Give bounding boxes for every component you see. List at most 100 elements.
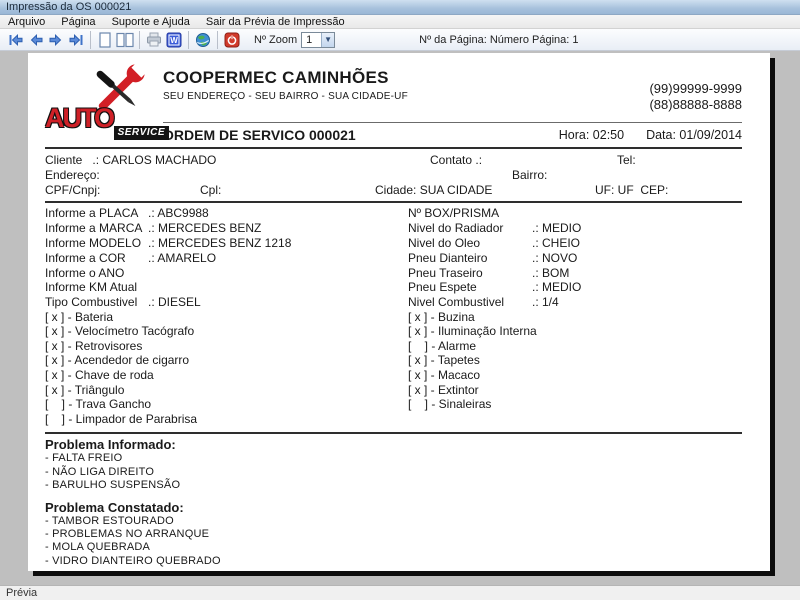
chevron-down-icon: ▼: [321, 32, 335, 47]
export-word-button[interactable]: W: [164, 31, 184, 49]
zoom-select[interactable]: 1 ▼: [301, 31, 336, 48]
menu-item-pagina[interactable]: Página: [61, 16, 95, 28]
client-name: Cliente .: CARLOS MACHADO: [45, 153, 217, 167]
checklist-item: [ ] - Alarme: [408, 338, 477, 353]
two-pages-icon: [116, 32, 134, 47]
problema-constatado-section: Problema Constatado: - TAMBOR ESTOURADO …: [45, 500, 742, 569]
order-time: Hora: 02:50: [558, 128, 625, 142]
checklist-item: [ x ] - Retrovisores: [45, 338, 143, 353]
checklist-item: [ ] - Sinaleiras: [408, 397, 492, 412]
two-page-view-button[interactable]: [115, 31, 135, 49]
field-value: .: CHEIO: [532, 235, 581, 250]
prev-page-icon: [30, 33, 43, 46]
svg-text:W: W: [170, 36, 178, 45]
single-page-icon: [99, 31, 111, 48]
print-button[interactable]: [144, 31, 164, 49]
word-icon: W: [166, 32, 182, 47]
client-tel: Tel:: [617, 153, 636, 167]
field-value: .: ABC9988: [148, 206, 209, 221]
checklist-item: [ x ] - Extintor: [408, 382, 479, 397]
field-value: .: NOVO: [532, 250, 578, 265]
menu-item-suporte[interactable]: Suporte e Ajuda: [112, 16, 190, 28]
company-name: COOPERMEC CAMINHÕES: [163, 68, 389, 87]
logo-text-service: SERVICE: [113, 126, 169, 140]
field-label: Nº BOX/PRISMA: [408, 206, 500, 221]
last-page-button[interactable]: [66, 31, 86, 49]
field-value: .: MEDIO: [532, 221, 582, 236]
prev-page-button[interactable]: [26, 31, 46, 49]
order-title: ORDEM DE SERVICO 000021: [163, 127, 356, 143]
printer-icon: [147, 32, 161, 47]
client-cpf: CPF/Cnpj:: [45, 183, 101, 197]
checklist-item: [ x ] - Macaco: [408, 367, 481, 382]
menu-item-arquivo[interactable]: Arquivo: [8, 16, 45, 28]
section-item: - PROBLEMAS NO ARRANQUE: [45, 527, 210, 540]
field-label: Pneu Espete: [408, 280, 477, 295]
field-value: .: MERCEDES BENZ 1218: [148, 235, 292, 250]
checklist-item: [ ] - Trava Gancho: [45, 397, 152, 412]
zoom-value: 1: [306, 33, 313, 46]
field-label: Nivel do Oleo: [408, 235, 481, 250]
client-cpl: Cpl:: [200, 183, 222, 197]
checklist-item: [ x ] - Chave de roda: [45, 367, 154, 382]
client-contact: Contato .:: [430, 153, 483, 167]
document-header: AUTO SERVICE COOPERMEC CAMINHÕES SEU END…: [45, 60, 742, 147]
window-title: Impressão da OS 000021: [6, 1, 132, 13]
status-text: Prévia: [6, 587, 38, 599]
field-label: Informe o ANO: [45, 265, 125, 280]
checklist-item: [ x ] - Tapetes: [408, 353, 480, 368]
company-phone-1: (99)99999-9999: [649, 81, 742, 96]
vehicle-section: Informe a PLACA.: ABC9988 Informe a MARC…: [45, 206, 742, 310]
checklist-item: [ x ] - Buzina: [408, 309, 475, 324]
company-phone-2: (88)88888-8888: [649, 97, 742, 112]
field-value: .: 1/4: [532, 295, 559, 310]
next-page-button[interactable]: [46, 31, 66, 49]
checklist-item: [ x ] - Bateria: [45, 309, 114, 324]
client-address: Endereço:: [45, 168, 100, 182]
problema-informado-section: Problema Informado: - FALTA FREIO - NÃO …: [45, 437, 742, 492]
field-value: .: MEDIO: [532, 280, 582, 295]
section-item: - VIDRO DIANTEIRO QUEBRADO: [45, 554, 221, 567]
globe-icon: [196, 32, 210, 47]
order-date: Data: 01/09/2014: [646, 128, 742, 142]
zoom-label: Nº Zoom: [254, 33, 298, 46]
section-item: - TAMBOR ESTOURADO: [45, 514, 174, 527]
company-address: SEU ENDEREÇO - SEU BAIRRO - SUA CIDADE-U…: [163, 91, 408, 102]
section-item: - MOLA QUEBRADA: [45, 541, 151, 554]
document-page: AUTO SERVICE COOPERMEC CAMINHÕES SEU END…: [28, 53, 770, 571]
logo-text-auto: AUTO: [45, 103, 115, 133]
client-district: Bairro:: [512, 168, 548, 182]
toolbar: W Nº Zoom 1 ▼ Nº da Página: Número Págin…: [0, 29, 800, 51]
single-page-view-button[interactable]: [95, 31, 115, 49]
page-number-info: Nº da Página: Número Página: 1: [419, 33, 579, 46]
checklist-section: [ x ] - Bateria [ x ] - Velocímetro Tacó…: [45, 310, 742, 427]
field-label: Tipo Combustivel: [45, 295, 138, 310]
menu-bar: Arquivo Página Suporte e Ajuda Sair da P…: [0, 15, 800, 29]
divider: [45, 147, 742, 149]
section-title: Problema Informado:: [45, 437, 176, 453]
menu-item-sair-previa[interactable]: Sair da Prévia de Impressão: [206, 16, 345, 28]
exit-icon: [224, 32, 240, 47]
field-label: Informe KM Atual: [45, 280, 138, 295]
divider: [45, 432, 742, 435]
checklist-item: [ x ] - Velocímetro Tacógrafo: [45, 324, 195, 339]
toolbar-separator: [188, 30, 189, 49]
first-page-button[interactable]: [6, 31, 26, 49]
section-item: - BARULHO SUSPENSÃO: [45, 479, 181, 492]
field-value: .: DIESEL: [148, 295, 201, 310]
toolbar-separator: [217, 30, 218, 49]
toolbar-separator: [139, 30, 140, 49]
section-title: Problema Constatado:: [45, 499, 184, 515]
preview-area: AUTO SERVICE COOPERMEC CAMINHÕES SEU END…: [0, 52, 800, 585]
first-page-icon: [9, 33, 23, 46]
checklist-item: [ x ] - Triângulo: [45, 382, 125, 397]
toolbar-separator: [90, 30, 91, 49]
exit-preview-button[interactable]: [222, 31, 242, 49]
section-item: - NÃO LIGA DIREITO: [45, 465, 155, 478]
client-city: Cidade: SUA CIDADE: [375, 183, 493, 197]
window-titlebar[interactable]: Impressão da OS 000021: [0, 0, 800, 15]
client-section: Cliente .: CARLOS MACHADO Contato .: Tel…: [45, 153, 742, 198]
next-page-icon: [49, 33, 62, 46]
web-button[interactable]: [193, 31, 213, 49]
status-bar: Prévia: [0, 585, 800, 600]
